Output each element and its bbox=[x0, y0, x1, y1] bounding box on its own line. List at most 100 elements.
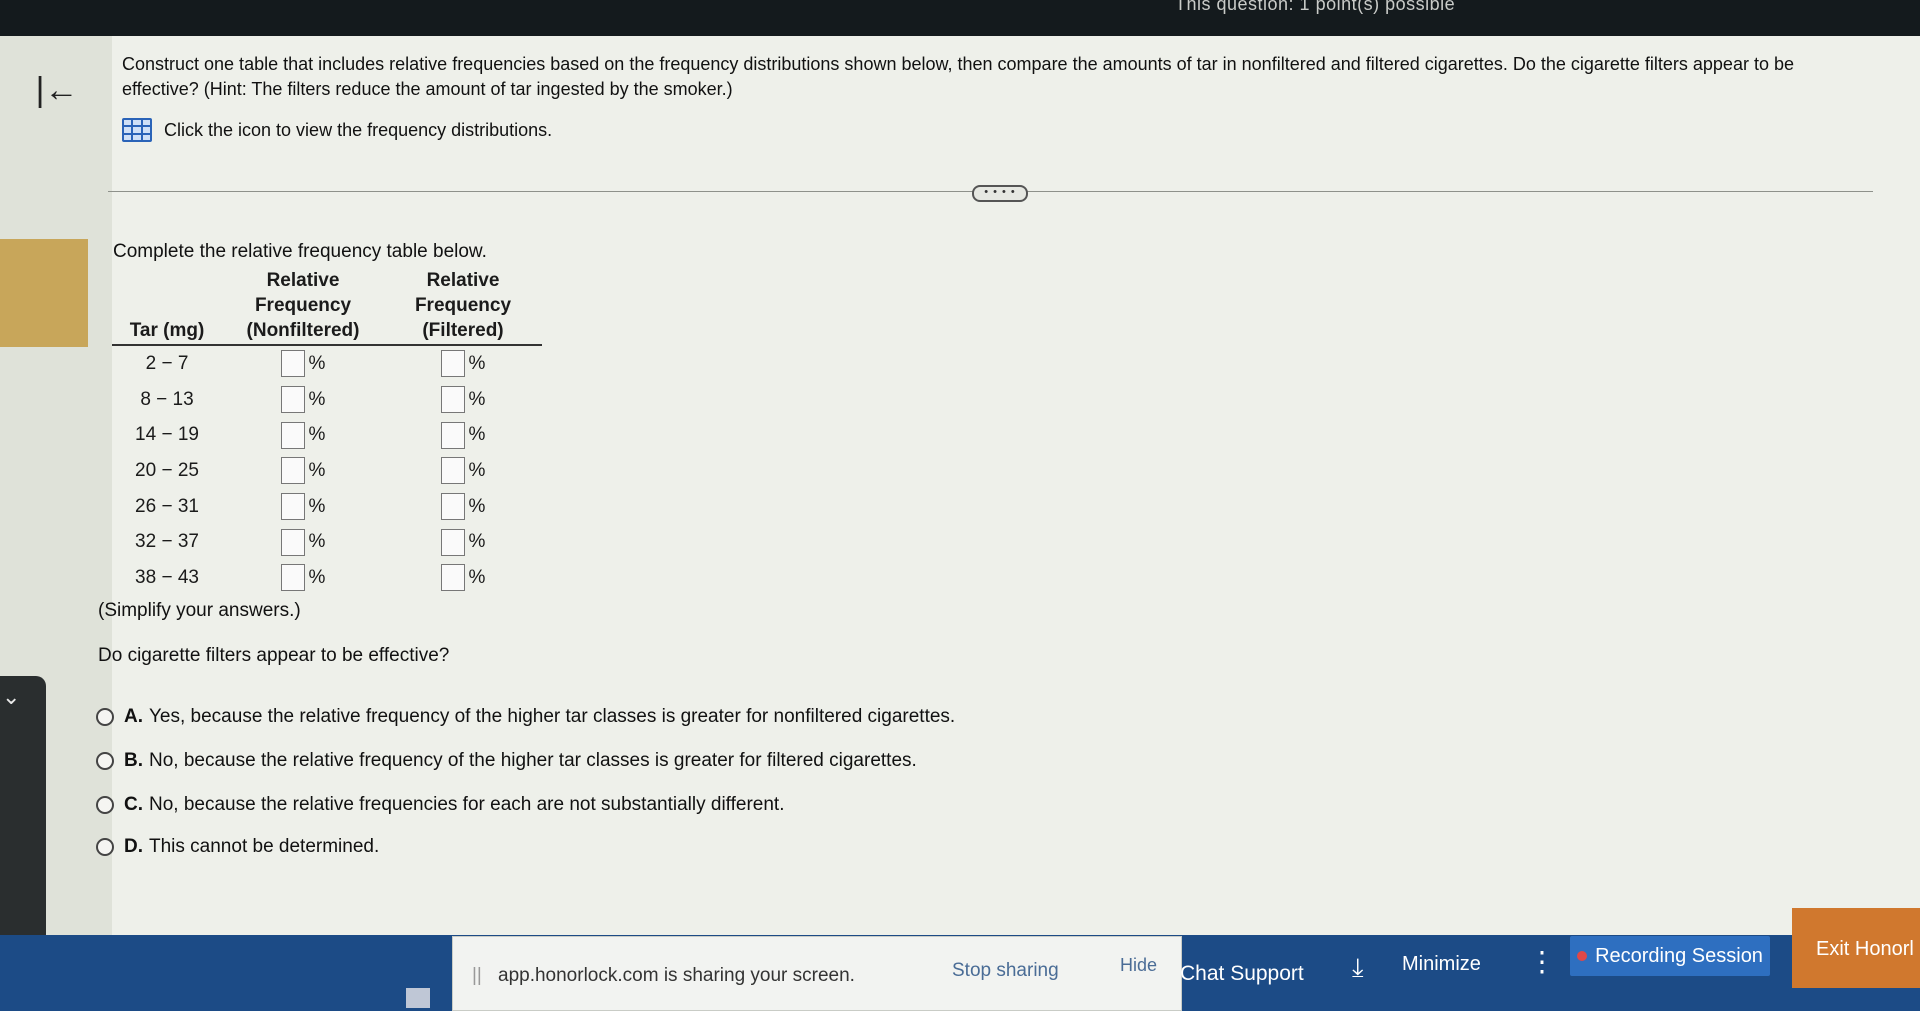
option-a-text: Yes, because the relative frequency of t… bbox=[149, 706, 956, 727]
filtered-cell: % bbox=[384, 382, 542, 418]
radio-option-d[interactable] bbox=[96, 838, 114, 856]
percent-sign: % bbox=[308, 352, 326, 374]
filtered-percent-input[interactable] bbox=[440, 350, 465, 378]
nonfiltered-cell: % bbox=[222, 489, 384, 525]
option-c-text: No, because the relative frequencies for… bbox=[149, 794, 785, 815]
minimize-button[interactable]: Minimize bbox=[1402, 953, 1481, 976]
tar-class-label: 20 − 25 bbox=[135, 459, 199, 481]
more-options-icon[interactable]: ⋮ bbox=[1528, 945, 1556, 978]
radio-option-a[interactable] bbox=[96, 708, 114, 726]
option-c[interactable]: C. No, because the relative frequencies f… bbox=[96, 794, 784, 816]
table-row: 32 − 37%% bbox=[112, 524, 542, 560]
tar-class-label: 2 − 7 bbox=[145, 352, 189, 374]
table-icon[interactable] bbox=[122, 118, 152, 142]
nonfiltered-cell: % bbox=[222, 453, 384, 489]
filtered-cell: % bbox=[384, 417, 542, 453]
col-header-filtered: Relative Frequency (Filtered) bbox=[384, 268, 542, 346]
radio-option-b[interactable] bbox=[96, 752, 114, 770]
exit-honorlock-button[interactable]: Exit Honorl bbox=[1792, 908, 1920, 988]
filtered-percent-input[interactable] bbox=[440, 493, 465, 521]
recording-session-button[interactable]: Recording Session bbox=[1570, 936, 1770, 976]
percent-sign: % bbox=[468, 388, 486, 410]
table-row: 8 − 13%% bbox=[112, 382, 542, 418]
filtered-cell: % bbox=[384, 489, 542, 525]
back-to-start-button[interactable]: |← bbox=[34, 70, 80, 110]
tar-class-label: 38 − 43 bbox=[135, 566, 199, 588]
chevron-down-icon: ⌄ bbox=[2, 684, 21, 709]
nonfiltered-cell: % bbox=[222, 524, 384, 560]
calculator-icon[interactable] bbox=[406, 988, 430, 1008]
percent-sign: % bbox=[308, 424, 326, 446]
nonfiltered-percent-input[interactable] bbox=[280, 457, 305, 485]
screen-share-text: app.honorlock.com is sharing your screen… bbox=[498, 965, 855, 986]
question-text: Construct one table that includes relati… bbox=[122, 54, 1794, 99]
tar-class-label: 32 − 37 bbox=[135, 531, 199, 553]
table-row: 2 − 7%% bbox=[112, 345, 542, 382]
relative-frequency-table: Tar (mg) Relative Frequency (Nonfiltered… bbox=[112, 268, 542, 596]
percent-sign: % bbox=[468, 424, 486, 446]
expand-more-button[interactable]: • • • • bbox=[972, 185, 1028, 202]
table-row: 14 − 19%% bbox=[112, 417, 542, 453]
effectiveness-question: Do cigarette filters appear to be effect… bbox=[98, 645, 450, 666]
option-c-letter: C. bbox=[124, 794, 143, 815]
option-b-letter: B. bbox=[124, 750, 143, 771]
radio-option-c[interactable] bbox=[96, 796, 114, 814]
percent-sign: % bbox=[468, 352, 486, 374]
table-instruction: Complete the relative frequency table be… bbox=[113, 241, 487, 262]
filtered-percent-input[interactable] bbox=[440, 386, 465, 414]
nonfiltered-percent-input[interactable] bbox=[280, 421, 305, 449]
percent-sign: % bbox=[468, 566, 486, 588]
left-sidebar: ⌄ bbox=[0, 36, 112, 1011]
filtered-percent-input[interactable] bbox=[440, 421, 465, 449]
tar-class-label: 14 − 19 bbox=[135, 424, 199, 446]
filtered-cell: % bbox=[384, 453, 542, 489]
filtered-cell: % bbox=[384, 560, 542, 596]
arrow-left-bar-icon: |← bbox=[35, 70, 79, 109]
option-b[interactable]: B. No, because the relative frequency of … bbox=[96, 750, 917, 772]
chat-support-button[interactable]: Chat Support bbox=[1180, 962, 1304, 986]
nonfiltered-percent-input[interactable] bbox=[280, 386, 305, 414]
recording-dot-icon bbox=[1577, 951, 1588, 961]
nonfiltered-percent-input[interactable] bbox=[280, 564, 305, 592]
tar-class-label: 8 − 13 bbox=[140, 388, 194, 410]
percent-sign: % bbox=[468, 459, 486, 481]
col-header-tar: Tar (mg) bbox=[112, 268, 222, 346]
filtered-cell: % bbox=[384, 345, 542, 382]
option-d-letter: D. bbox=[124, 836, 143, 857]
stop-sharing-button[interactable]: Stop sharing bbox=[952, 960, 1059, 982]
nonfiltered-cell: % bbox=[222, 345, 384, 382]
nonfiltered-cell: % bbox=[222, 560, 384, 596]
option-a-letter: A. bbox=[124, 706, 143, 727]
view-distributions-label: Click the icon to view the frequency dis… bbox=[164, 119, 553, 140]
download-icon[interactable]: ⤓ bbox=[1352, 952, 1364, 984]
nonfiltered-cell: % bbox=[222, 382, 384, 418]
hide-button[interactable]: Hide bbox=[1120, 955, 1157, 976]
percent-sign: % bbox=[308, 459, 326, 481]
percent-sign: % bbox=[308, 531, 326, 553]
filtered-percent-input[interactable] bbox=[440, 457, 465, 485]
nonfiltered-percent-input[interactable] bbox=[280, 528, 305, 556]
percent-sign: % bbox=[468, 495, 486, 517]
view-distributions-line: Click the icon to view the frequency dis… bbox=[122, 118, 552, 142]
filtered-percent-input[interactable] bbox=[440, 564, 465, 592]
simplify-note: (Simplify your answers.) bbox=[98, 600, 301, 621]
filtered-cell: % bbox=[384, 524, 542, 560]
top-bar: This question: 1 point(s) possible bbox=[0, 0, 1920, 36]
table-row: 38 − 43%% bbox=[112, 560, 542, 596]
nonfiltered-percent-input[interactable] bbox=[280, 350, 305, 378]
pause-icon: || bbox=[472, 965, 482, 986]
nonfiltered-cell: % bbox=[222, 417, 384, 453]
option-d-text: This cannot be determined. bbox=[149, 836, 380, 857]
table-row: 20 − 25%% bbox=[112, 453, 542, 489]
filtered-percent-input[interactable] bbox=[440, 528, 465, 556]
percent-sign: % bbox=[308, 566, 326, 588]
recording-label: Recording Session bbox=[1595, 944, 1763, 967]
option-a[interactable]: A. Yes, because the relative frequency of… bbox=[96, 706, 955, 728]
percent-sign: % bbox=[308, 495, 326, 517]
percent-sign: % bbox=[468, 531, 486, 553]
table-row: 26 − 31%% bbox=[112, 489, 542, 525]
sidebar-highlight bbox=[0, 239, 88, 347]
percent-sign: % bbox=[308, 388, 326, 410]
nonfiltered-percent-input[interactable] bbox=[280, 493, 305, 521]
option-d[interactable]: D. This cannot be determined. bbox=[96, 836, 379, 858]
